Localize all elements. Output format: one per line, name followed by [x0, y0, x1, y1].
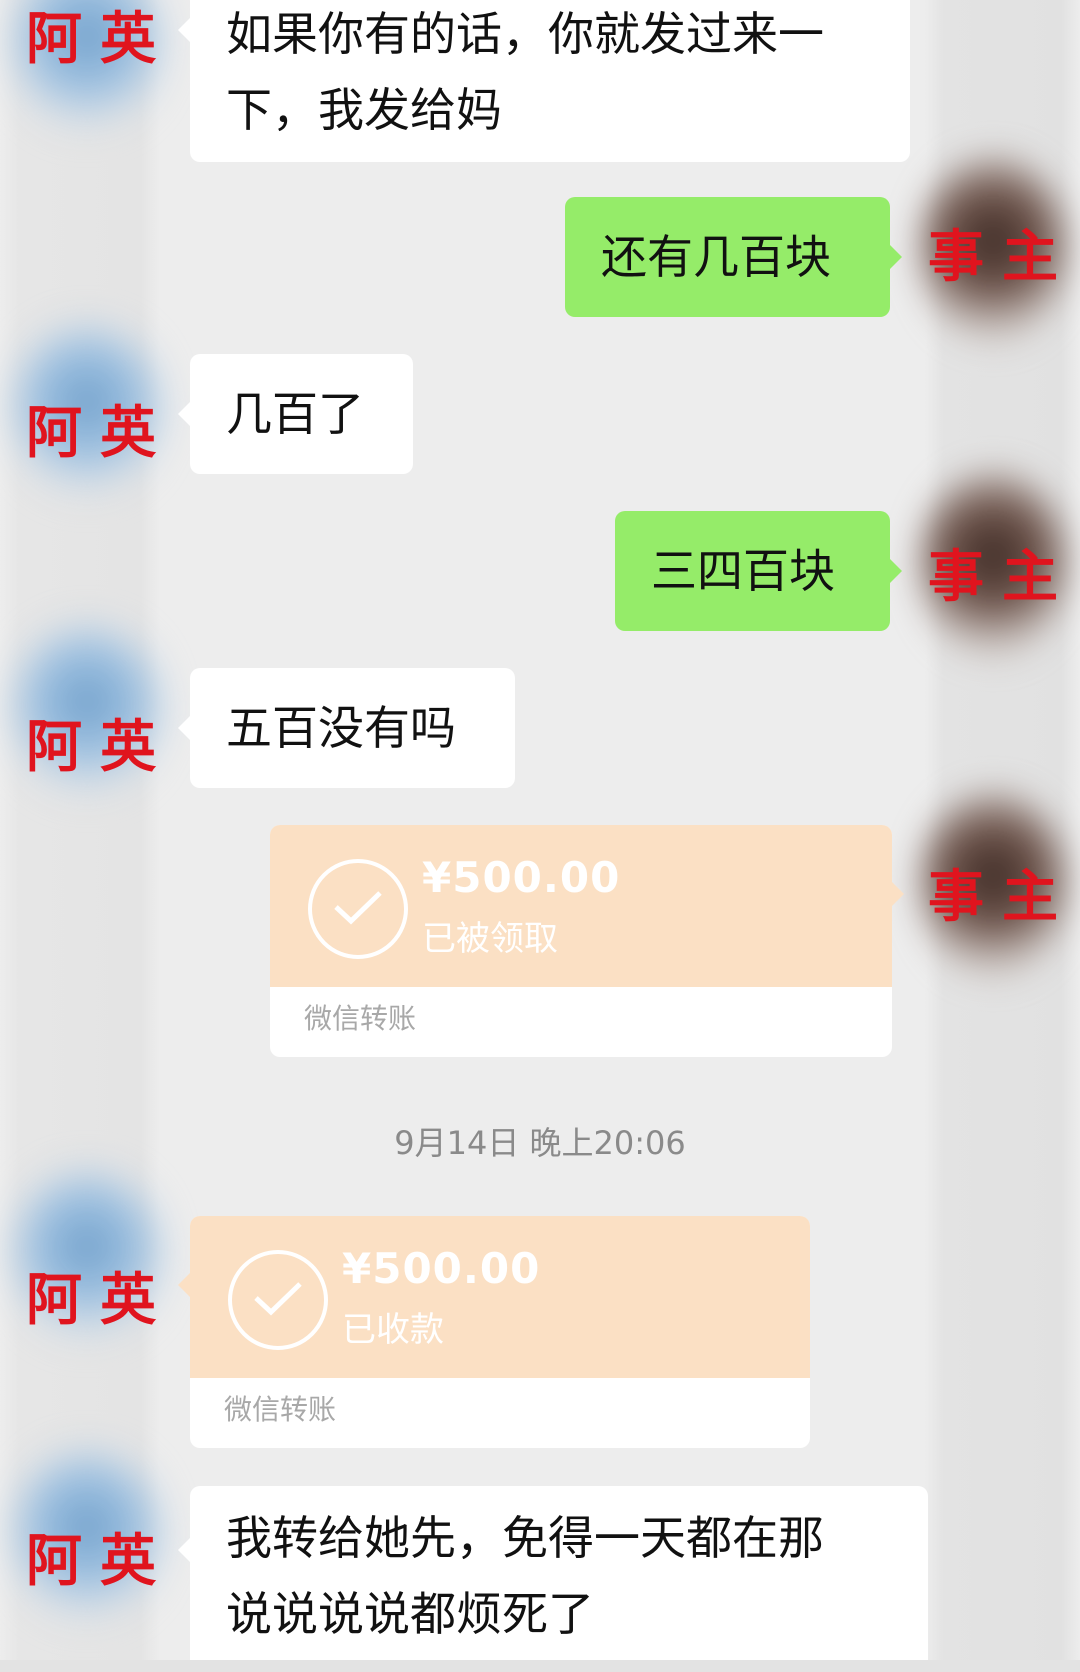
transfer-card-received[interactable]: ¥500.00 已收款 微信转账: [178, 1216, 810, 1448]
message-text: 还有几百块: [601, 230, 831, 284]
label-other: 阿英: [26, 400, 174, 466]
message-text: 如果你有的话，你就发过来一 下，我发给妈: [226, 7, 824, 137]
message-bubble-other[interactable]: 五百没有吗: [178, 668, 515, 788]
bottom-edge: [0, 1660, 1080, 1672]
transfer-card-sent[interactable]: ¥500.00 已被领取 微信转账: [270, 825, 904, 1057]
message-bubble-other[interactable]: 如果你有的话，你就发过来一 下，我发给妈: [178, 0, 910, 162]
label-self: 事主: [928, 224, 1076, 290]
transfer-footer: 微信转账: [304, 1002, 417, 1035]
transfer-status: 已收款: [342, 1310, 444, 1350]
message-bubble-other[interactable]: 我转给她先，免得一天都在那 说说说说都烦死了: [178, 1486, 928, 1672]
message-bubble-self[interactable]: 三四百块: [615, 511, 902, 631]
transfer-footer: 微信转账: [224, 1393, 337, 1426]
label-other: 阿英: [26, 1267, 174, 1333]
message-bubble-other[interactable]: 几百了: [178, 354, 413, 474]
label-self: 事主: [928, 864, 1076, 930]
message-text: 三四百块: [651, 544, 835, 598]
label-other: 阿英: [26, 6, 174, 72]
left-avatar-column: [0, 0, 160, 1672]
message-text: 五百没有吗: [226, 701, 456, 755]
chat-timestamp: 9月14日 晚上20:06: [394, 1124, 686, 1162]
label-self: 事主: [928, 544, 1076, 610]
message-text: 我转给她先，免得一天都在那 说说说说都烦死了: [226, 1511, 824, 1641]
transfer-status: 已被领取: [422, 919, 558, 959]
check-circle-icon: [308, 859, 408, 959]
transfer-amount: ¥500.00: [342, 1244, 541, 1293]
message-bubble-self[interactable]: 还有几百块: [565, 197, 902, 317]
label-other: 阿英: [26, 714, 174, 780]
transfer-amount: ¥500.00: [422, 853, 621, 902]
label-other: 阿英: [26, 1528, 174, 1594]
message-text: 几百了: [226, 387, 364, 441]
check-circle-icon: [228, 1250, 328, 1350]
